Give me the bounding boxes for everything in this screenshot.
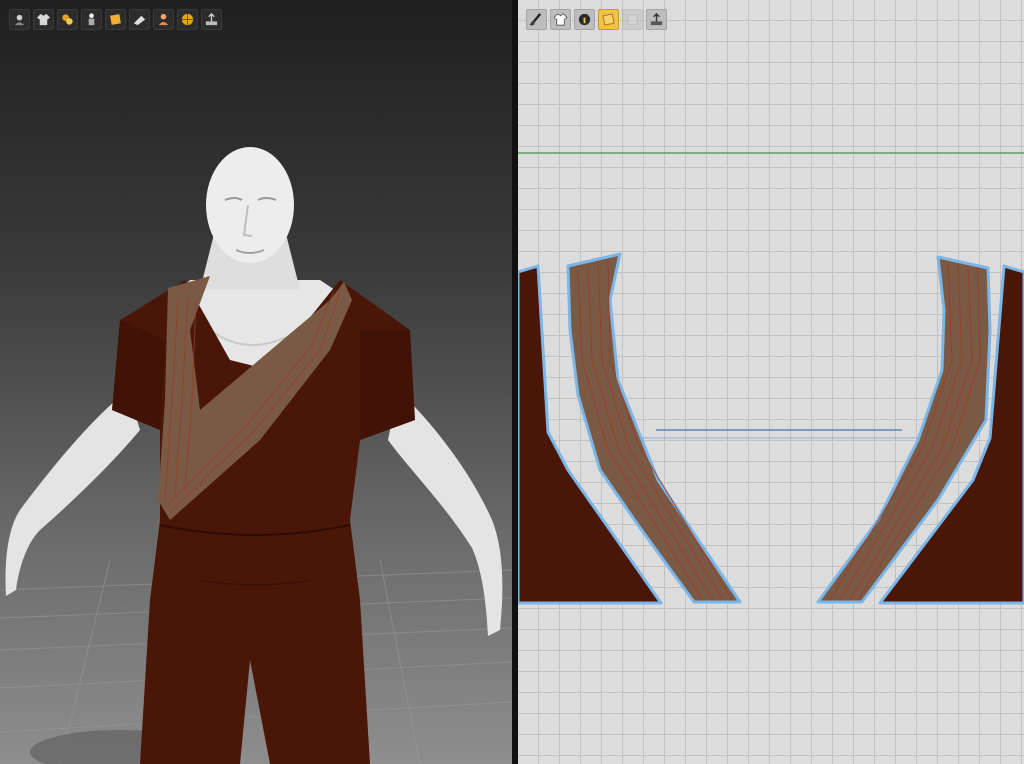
export-icon[interactable] <box>201 9 222 30</box>
avatar-left-arm <box>5 390 140 596</box>
avatar-pose-icon[interactable] <box>81 9 102 30</box>
layer-icon[interactable] <box>622 9 643 30</box>
texture-display-icon[interactable] <box>105 9 126 30</box>
show-pattern-icon[interactable] <box>526 9 547 30</box>
pin-icon[interactable] <box>129 9 150 30</box>
3d-scene <box>0 147 512 764</box>
2d-pattern-window[interactable] <box>518 0 1024 764</box>
show-grain-icon[interactable] <box>550 9 571 30</box>
skin-display-icon[interactable] <box>153 9 174 30</box>
app-window <box>0 0 1024 764</box>
fabric-render-icon[interactable] <box>57 9 78 30</box>
3d-viewport[interactable] <box>0 0 512 764</box>
pattern-canvas <box>518 152 1024 605</box>
3d-view-toolbar <box>9 9 222 30</box>
texture-view-icon[interactable] <box>598 9 619 30</box>
export-icon[interactable] <box>646 9 667 30</box>
2d-view-toolbar <box>526 9 667 30</box>
avatar-head <box>206 147 294 263</box>
grid-sphere-icon[interactable] <box>177 9 198 30</box>
info-icon[interactable] <box>574 9 595 30</box>
avatar-display-icon[interactable] <box>9 9 30 30</box>
avatar-right-arm <box>388 390 503 636</box>
garment-display-icon[interactable] <box>33 9 54 30</box>
